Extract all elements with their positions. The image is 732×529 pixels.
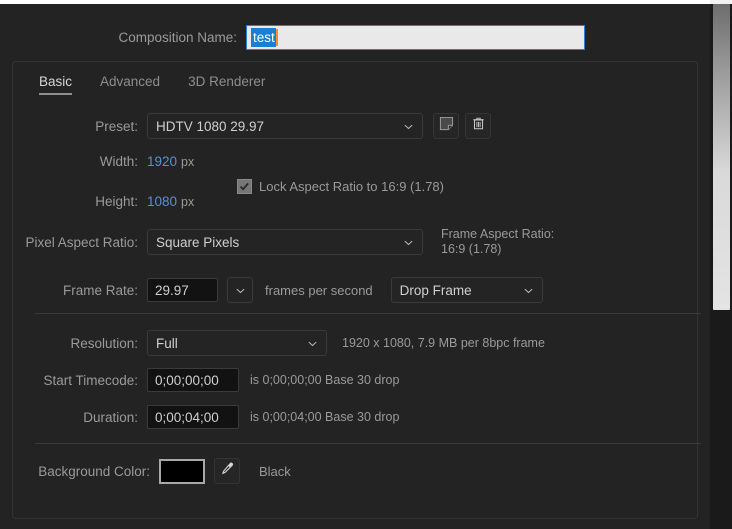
- chevron-down-icon: [403, 121, 414, 132]
- preset-row: Preset: HDTV 1080 29.97: [13, 113, 699, 139]
- chevron-down-icon: [523, 285, 534, 296]
- start-timecode-label: Start Timecode:: [43, 372, 138, 388]
- text-caret: [275, 28, 278, 46]
- height-row: Height: 1080 px: [13, 194, 699, 209]
- background-color-swatch[interactable]: [159, 458, 205, 484]
- lock-aspect-ratio-control[interactable]: Lock Aspect Ratio to 16:9 (1.78): [237, 179, 444, 194]
- tab-basic[interactable]: Basic: [25, 74, 86, 95]
- background-color-name: Black: [259, 463, 291, 479]
- frame-rate-unit-label: frames per second: [265, 282, 373, 298]
- frame-rate-dropdown-button[interactable]: [227, 277, 253, 303]
- pixel-aspect-ratio-value: Square Pixels: [156, 234, 240, 250]
- tab-advanced-label: Advanced: [100, 74, 161, 89]
- chevron-down-icon: [235, 285, 246, 296]
- resolution-value: Full: [156, 335, 178, 351]
- frame-rate-value: 29.97: [155, 282, 189, 298]
- background-color-row: Background Color: Black: [13, 458, 699, 484]
- height-unit: px: [181, 194, 195, 209]
- width-row: Width: 1920 px: [13, 154, 699, 169]
- new-preset-icon: [439, 116, 454, 136]
- tab-advanced[interactable]: Advanced: [86, 74, 174, 95]
- duration-info: is 0;00;04;00 Base 30 drop: [250, 409, 400, 424]
- chevron-down-icon: [403, 237, 414, 248]
- frame-aspect-ratio-value: 16:9 (1.78): [441, 242, 502, 256]
- drop-frame-select[interactable]: Drop Frame: [390, 277, 543, 303]
- eyedropper-button[interactable]: [214, 458, 240, 484]
- start-timecode-value: 0;00;00;00: [155, 372, 219, 388]
- height-label: Height:: [95, 194, 138, 209]
- tab-bar: Basic Advanced 3D Renderer: [25, 74, 279, 95]
- duration-value: 0;00;04;00: [155, 409, 219, 425]
- resolution-row: Resolution: Full 1920 x 1080, 7.9 MB per…: [13, 330, 699, 356]
- delete-preset-button[interactable]: [465, 113, 491, 139]
- resolution-info: 1920 x 1080, 7.9 MB per 8bpc frame: [342, 335, 545, 350]
- vertical-scrollbar-thumb[interactable]: [713, 4, 730, 310]
- trash-icon: [471, 116, 486, 136]
- chevron-down-icon: [307, 338, 318, 349]
- divider-2: [35, 443, 701, 444]
- frame-aspect-ratio-label: Frame Aspect Ratio:: [441, 227, 555, 241]
- width-label: Width:: [99, 154, 138, 169]
- resolution-select[interactable]: Full: [147, 330, 327, 356]
- tab-3d-renderer[interactable]: 3D Renderer: [174, 74, 279, 95]
- height-value[interactable]: 1080: [147, 194, 177, 209]
- vertical-scrollbar-track[interactable]: [710, 4, 732, 529]
- composition-name-label: Composition Name:: [118, 29, 237, 45]
- pixel-aspect-ratio-select[interactable]: Square Pixels: [147, 229, 423, 255]
- pixel-aspect-ratio-row: Pixel Aspect Ratio: Square Pixels Frame …: [13, 227, 699, 257]
- composition-name-row: Composition Name: test: [0, 23, 710, 51]
- drop-frame-value: Drop Frame: [399, 282, 472, 298]
- start-timecode-info: is 0;00;00;00 Base 30 drop: [250, 372, 400, 387]
- frame-rate-label: Frame Rate:: [62, 282, 138, 298]
- composition-name-value: test: [251, 27, 276, 47]
- tab-3d-renderer-label: 3D Renderer: [188, 74, 266, 89]
- preset-select[interactable]: HDTV 1080 29.97: [147, 113, 423, 139]
- composition-name-input[interactable]: test: [246, 24, 585, 50]
- eyedropper-icon: [220, 461, 235, 481]
- composition-settings-dialog: Composition Name: test Basic Advanced 3D…: [0, 4, 710, 529]
- save-preset-button[interactable]: [433, 113, 459, 139]
- duration-label: Duration:: [83, 409, 138, 425]
- lock-aspect-ratio-checkbox[interactable]: [237, 179, 252, 194]
- start-timecode-input[interactable]: 0;00;00;00: [147, 368, 239, 392]
- preset-value: HDTV 1080 29.97: [156, 118, 265, 134]
- width-unit: px: [181, 154, 195, 169]
- pixel-aspect-ratio-label: Pixel Aspect Ratio:: [25, 234, 138, 250]
- duration-row: Duration: 0;00;04;00 is 0;00;04;00 Base …: [13, 405, 699, 429]
- width-value[interactable]: 1920: [147, 154, 177, 169]
- settings-panel: Basic Advanced 3D Renderer Preset: HDTV …: [12, 61, 701, 519]
- resolution-label: Resolution:: [70, 335, 138, 351]
- duration-input[interactable]: 0;00;04;00: [147, 405, 239, 429]
- tab-basic-label: Basic: [39, 74, 73, 89]
- frame-rate-input[interactable]: 29.97: [147, 278, 218, 302]
- divider-1: [35, 313, 701, 314]
- background-color-label: Background Color:: [38, 463, 150, 479]
- frame-rate-row: Frame Rate: 29.97 frames per second Drop…: [13, 277, 699, 303]
- start-timecode-row: Start Timecode: 0;00;00;00 is 0;00;00;00…: [13, 368, 699, 392]
- preset-label: Preset:: [95, 118, 138, 134]
- lock-aspect-ratio-label: Lock Aspect Ratio to 16:9 (1.78): [259, 179, 444, 194]
